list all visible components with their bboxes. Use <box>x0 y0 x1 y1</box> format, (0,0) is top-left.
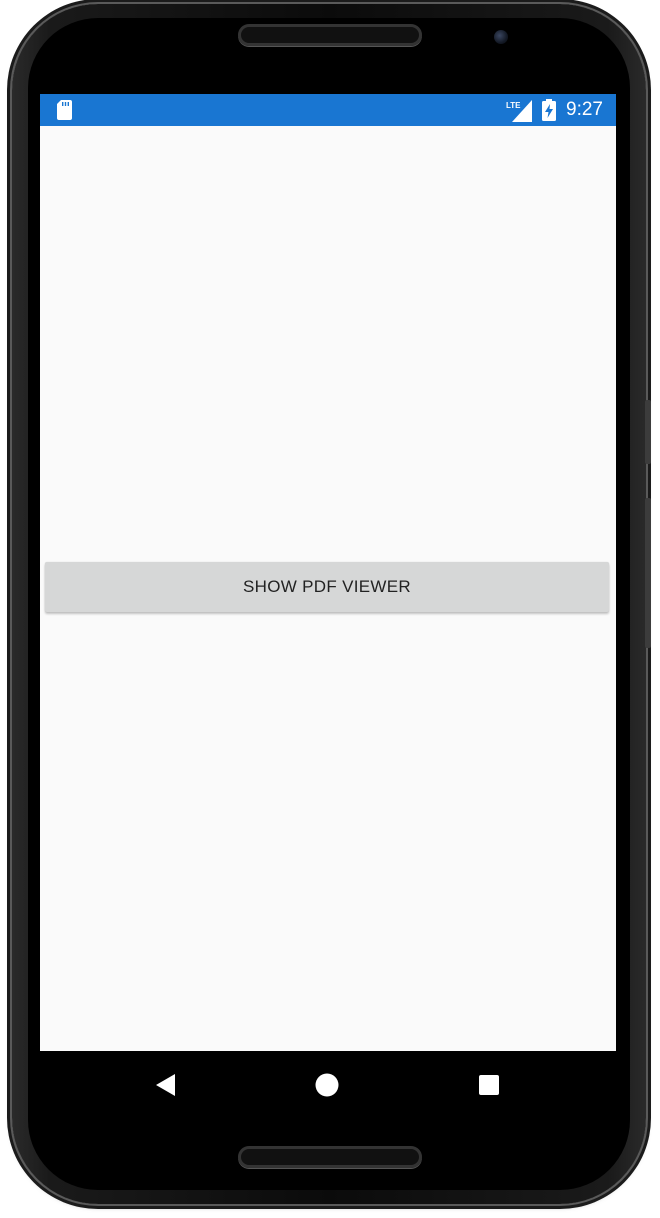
top-speaker-grille <box>238 24 422 46</box>
main-content: SHOW PDF VIEWER <box>40 126 616 1051</box>
lte-signal-icon: LTE <box>506 100 532 122</box>
recents-button[interactable] <box>469 1065 509 1105</box>
sd-card-icon <box>57 100 72 120</box>
status-time: 9:27 <box>566 99 603 120</box>
navigation-bar <box>40 1051 616 1119</box>
bottom-speaker-grille <box>238 1146 422 1168</box>
back-icon <box>156 1074 175 1096</box>
recents-icon <box>479 1075 499 1095</box>
network-type-label: LTE <box>506 101 521 110</box>
battery-charging-icon <box>542 99 556 121</box>
home-icon <box>315 1073 339 1097</box>
show-pdf-viewer-button[interactable]: SHOW PDF VIEWER <box>45 562 609 612</box>
volume-rocker <box>645 498 651 648</box>
power-button <box>645 400 651 464</box>
front-camera <box>494 30 508 44</box>
back-button[interactable] <box>146 1065 186 1105</box>
home-button[interactable] <box>307 1065 347 1105</box>
status-bar: LTE 9:27 <box>40 94 616 126</box>
app-screen: LTE 9:27 SHOW PDF VIEWER <box>40 94 616 1051</box>
